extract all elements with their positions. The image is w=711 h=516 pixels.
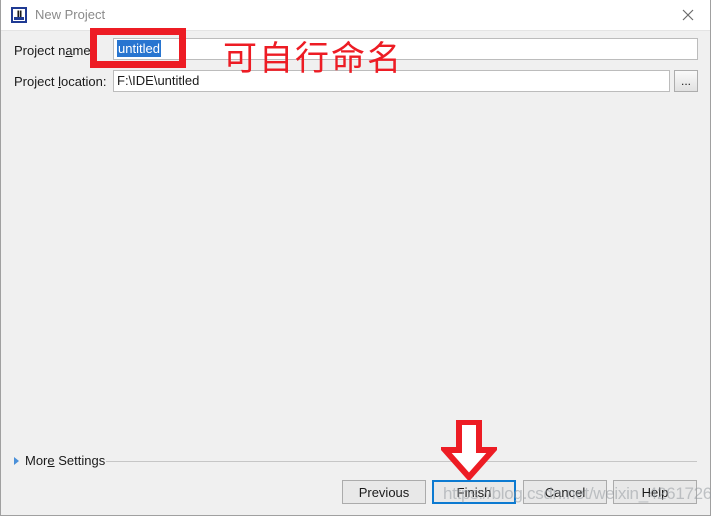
project-name-input[interactable]: untitled bbox=[113, 38, 698, 60]
previous-button[interactable]: Previous bbox=[342, 480, 426, 504]
window-title: New Project bbox=[35, 7, 106, 22]
project-location-label-post: ocation: bbox=[60, 74, 107, 89]
more-settings-divider bbox=[106, 461, 697, 462]
down-arrow-icon bbox=[438, 419, 500, 482]
project-name-label-mnemonic: a bbox=[65, 43, 73, 58]
more-settings-label-mnemonic: e bbox=[47, 453, 55, 468]
project-name-label: Project name: bbox=[14, 43, 94, 58]
chevron-right-icon bbox=[14, 456, 19, 465]
more-settings-label: More Settings bbox=[25, 453, 105, 468]
title-bar: IJ New Project bbox=[1, 0, 710, 31]
ellipsis-icon: ... bbox=[680, 74, 691, 88]
more-settings-toggle[interactable]: More Settings bbox=[14, 453, 105, 468]
more-settings-label-post: Settings bbox=[54, 453, 106, 468]
annotation-highlight-rect bbox=[90, 28, 186, 68]
project-location-label-pre: Project bbox=[14, 74, 59, 89]
project-location-label: Project location: bbox=[14, 74, 107, 89]
cancel-button[interactable]: Cancel bbox=[523, 480, 607, 504]
finish-button[interactable]: Finish bbox=[432, 480, 516, 504]
more-settings-label-pre: Mor bbox=[25, 453, 48, 468]
project-name-label-pre: Project n bbox=[14, 43, 66, 58]
intellij-idea-icon: IJ bbox=[11, 7, 27, 23]
annotation-highlight-text: 可自行命名 bbox=[223, 39, 403, 79]
help-button[interactable]: Help bbox=[613, 480, 697, 504]
browse-folder-button[interactable]: ... bbox=[674, 70, 698, 92]
close-icon[interactable] bbox=[665, 0, 710, 29]
